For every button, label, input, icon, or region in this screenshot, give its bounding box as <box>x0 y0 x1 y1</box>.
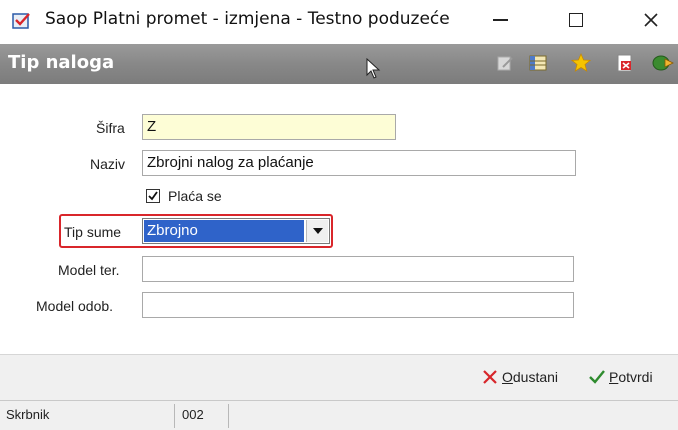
sifra-label: Šifra <box>96 120 125 136</box>
close-button[interactable] <box>624 0 678 40</box>
app-icon <box>12 11 34 31</box>
cancel-button[interactable]: Odustani <box>482 369 558 385</box>
status-separator <box>228 404 229 428</box>
minimize-icon <box>492 19 508 21</box>
chevron-down-icon <box>312 227 323 234</box>
minimize-button[interactable] <box>473 0 527 40</box>
tip-sume-label: Tip sume <box>64 224 122 240</box>
cancel-x-icon <box>483 370 497 384</box>
naziv-label: Naziv <box>90 156 126 172</box>
mouse-cursor-icon <box>366 58 381 79</box>
maximize-icon <box>569 13 583 27</box>
placa-se-checkbox[interactable] <box>146 189 160 203</box>
model-ter-label: Model ter. <box>58 262 120 278</box>
columns-icon <box>529 55 547 71</box>
cancel-label: Odustani <box>502 369 559 385</box>
columns-button[interactable] <box>527 52 549 74</box>
delete-doc-icon <box>617 54 632 72</box>
status-user: Skrbnik <box>6 407 50 422</box>
model-odob-label: Model odob. <box>36 298 114 314</box>
sifra-input[interactable]: Z <box>142 114 396 140</box>
dropdown-button[interactable] <box>306 220 328 242</box>
favorite-button[interactable] <box>570 52 592 74</box>
close-icon <box>644 13 658 27</box>
naziv-input[interactable]: Zbrojni nalog za plaćanje <box>142 150 576 176</box>
status-code: 002 <box>182 407 204 422</box>
status-bar: Skrbnik 002 <box>0 400 678 430</box>
window-titlebar: Saop Platni promet - izmjena - Testno po… <box>0 0 678 44</box>
export-button[interactable] <box>652 52 674 74</box>
placa-se-label: Plaća se <box>168 188 222 204</box>
checkmark-icon <box>148 191 158 201</box>
tip-sume-value: Zbrojno <box>144 220 304 242</box>
model-ter-input[interactable] <box>142 256 574 282</box>
confirm-check-icon <box>589 370 605 384</box>
window-title: Saop Platni promet - izmjena - Testno po… <box>45 9 450 29</box>
model-odob-input[interactable] <box>142 292 574 318</box>
status-separator <box>174 404 175 428</box>
delete-button[interactable] <box>614 52 636 74</box>
form-title: Tip naloga <box>8 52 115 73</box>
maximize-button[interactable] <box>549 0 603 40</box>
export-icon <box>652 55 674 71</box>
edit-note-button[interactable] <box>494 52 516 74</box>
confirm-button[interactable]: Potvrdi <box>588 369 653 385</box>
button-bar <box>0 355 678 400</box>
edit-note-icon <box>497 56 513 71</box>
confirm-label: Potvrdi <box>609 369 653 385</box>
tip-sume-select[interactable]: Zbrojno <box>142 218 330 244</box>
favorite-star-icon <box>571 53 591 72</box>
